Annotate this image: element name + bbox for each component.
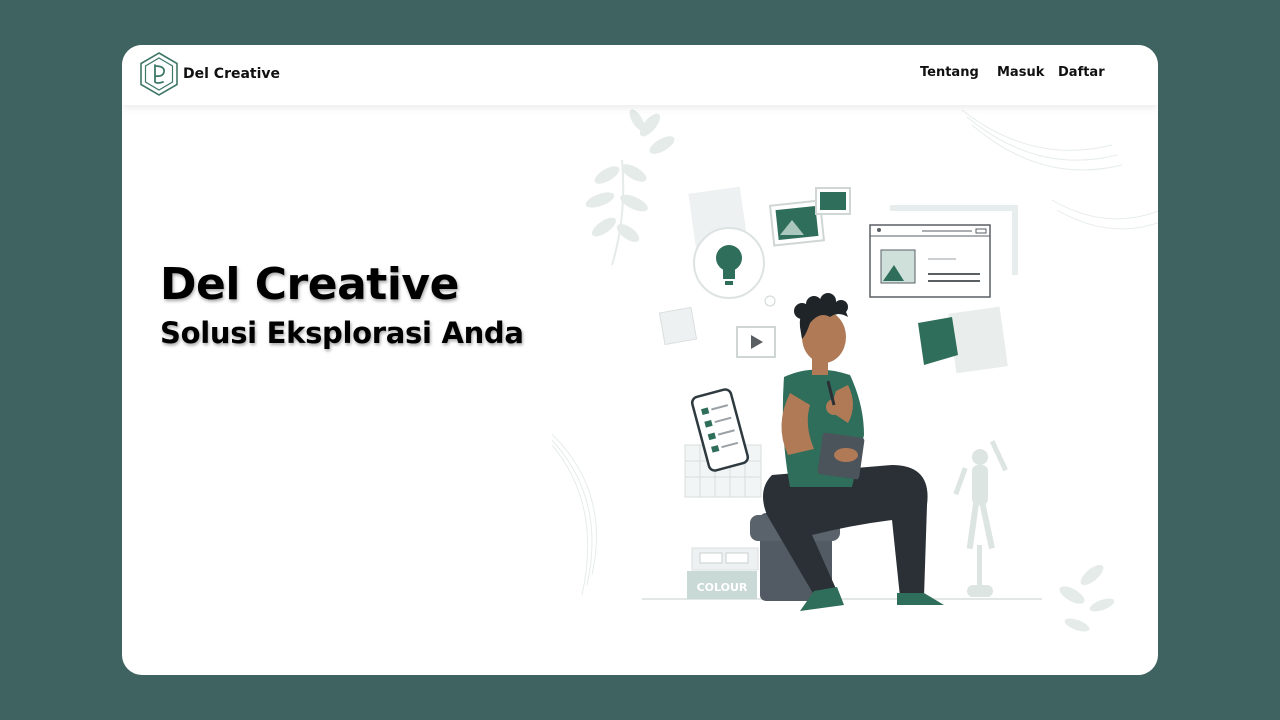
image-frame-icon <box>768 187 851 247</box>
decorative-leaves-icon <box>585 109 1115 632</box>
hero-subtitle: Solusi Eksplorasi Anda <box>160 316 524 350</box>
note-card <box>918 317 958 365</box>
browser-window-icon <box>869 205 1018 298</box>
nav-link-tentang[interactable]: Tentang <box>920 65 979 80</box>
top-navbar: Del Creative Tentang Masuk Daftar <box>122 45 1158 105</box>
wooden-mannequin-icon <box>953 440 1008 597</box>
app-window: Del Creative Tentang Masuk Daftar Del Cr… <box>122 45 1158 675</box>
brand-name: Del Creative <box>183 66 281 82</box>
colour-book-stack: COLOUR <box>687 547 759 599</box>
colour-book-label: COLOUR <box>697 581 748 594</box>
hero-title: Del Creative <box>160 259 459 310</box>
brand-home-link[interactable]: Del Creative <box>138 51 280 97</box>
lightbulb-icon <box>693 227 765 299</box>
del-creative-logo-icon <box>140 52 178 96</box>
video-play-icon <box>736 326 776 358</box>
nav-link-masuk[interactable]: Masuk <box>997 65 1044 80</box>
hero-illustration: COLOUR <box>552 109 1158 632</box>
nav-link-daftar[interactable]: Daftar <box>1058 65 1105 80</box>
